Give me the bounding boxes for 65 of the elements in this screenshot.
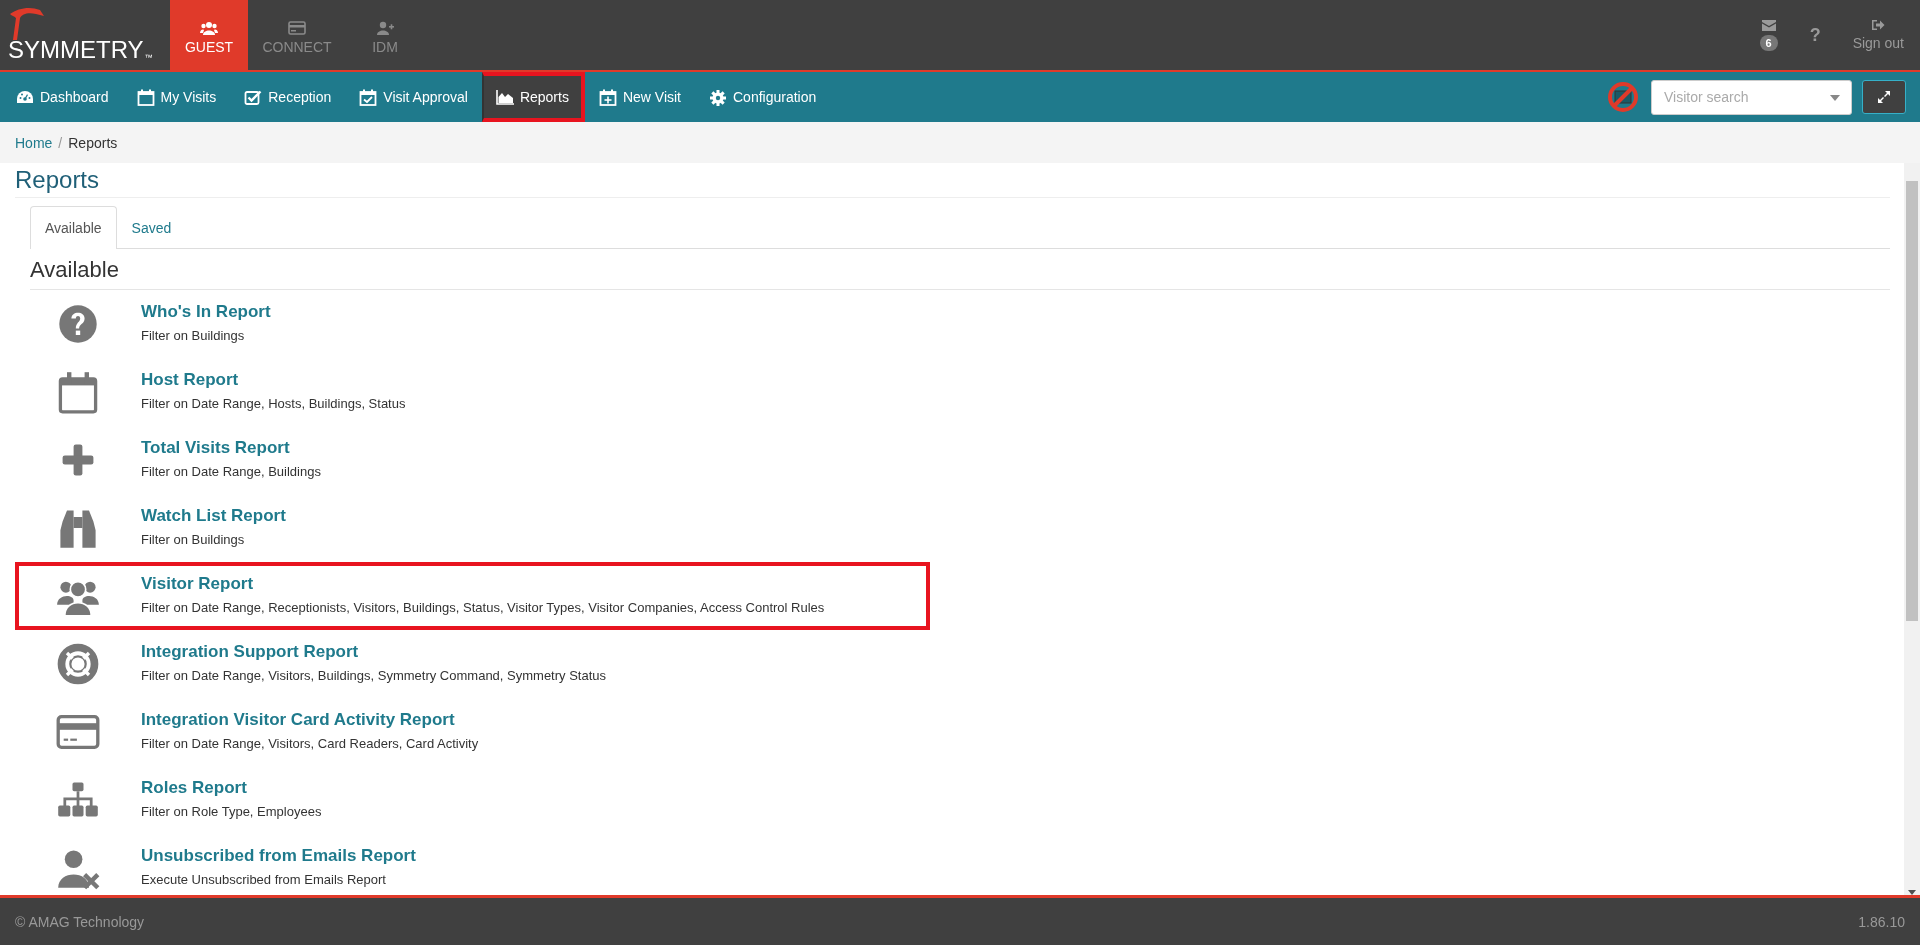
user-plus-icon (376, 21, 394, 35)
report-description: Filter on Role Type, Employees (141, 803, 322, 819)
no-card-icon (1607, 81, 1639, 113)
checkbox-icon (244, 88, 263, 106)
trademark-text: ™ (144, 53, 153, 62)
report-link[interactable]: Integration Visitor Card Activity Report (141, 709, 479, 730)
people-icon (200, 21, 218, 35)
nav-item[interactable]: Reception (230, 72, 346, 122)
life-ring-icon (56, 642, 100, 686)
page-title: Reports (15, 163, 1890, 198)
report-link[interactable]: Visitor Report (141, 573, 825, 594)
version-text: 1.86.10 (1858, 913, 1905, 930)
report-link[interactable]: Who's In Report (141, 301, 271, 322)
app-tab[interactable]: IDM (346, 0, 424, 70)
calendar-icon (56, 370, 100, 414)
help-button[interactable]: ? (1793, 0, 1837, 70)
nav-item[interactable]: Visit Approval (345, 72, 482, 122)
tab[interactable]: Available (30, 206, 117, 249)
report-link[interactable]: Integration Support Report (141, 641, 607, 662)
nav-item[interactable]: Reports (481, 72, 585, 122)
expand-icon (1878, 91, 1890, 103)
tab[interactable]: Saved (116, 206, 187, 249)
scroll-down-arrow-icon (1908, 890, 1916, 895)
calendar-check-icon (359, 88, 378, 106)
nav-item[interactable]: Dashboard (2, 72, 123, 122)
dashboard-gauge-icon (16, 88, 34, 106)
breadcrumb-link[interactable]: Home (15, 134, 53, 151)
mail-button[interactable]: 6 (1743, 0, 1794, 70)
card-icon (288, 21, 306, 35)
search-field[interactable]: Visitor search (1651, 79, 1852, 115)
report-description: Execute Unsubscribed from Emails Report (141, 871, 387, 887)
question-circle-icon (56, 302, 100, 346)
caret-icon (1830, 94, 1840, 101)
report-description: Filter on Date Range, Visitors, Card Readers, Card Activity (141, 735, 479, 751)
report-link[interactable]: Unsubscribed from Emails Report (141, 845, 416, 866)
report-description: Filter on Buildings (141, 327, 246, 343)
report-description: Filter on Date Range, Receptionists, Visitors, Buildings, Status, Visitor Types, Visitor Companies, Access Control Rules (141, 599, 825, 615)
envelope-icon (1761, 19, 1776, 31)
report-description: Filter on Date Range, Visitors, Buildings, Symmetry Command, Symmetry Status (141, 667, 607, 683)
scrollbar[interactable] (1904, 163, 1920, 895)
copyright-text: © AMAG Technology (15, 913, 145, 930)
report-description: Filter on Date Range, Buildings (141, 463, 321, 479)
calendar-icon (136, 88, 155, 106)
nav-item[interactable]: My Visits (122, 72, 231, 122)
report-link[interactable]: Host Report (141, 369, 406, 390)
report-link[interactable]: Total Visits Report (141, 437, 321, 458)
nav-item[interactable]: New Visit (584, 72, 695, 122)
sign-out-icon (1871, 19, 1886, 31)
sign-out-button[interactable]: Sign out (1836, 0, 1920, 70)
nav-item[interactable]: Configuration (695, 72, 831, 122)
report-link[interactable]: Watch List Report (141, 505, 286, 526)
app-tab[interactable]: GUEST (170, 0, 248, 70)
breadcrumb-separator: / (58, 134, 63, 151)
report-link[interactable]: Roles Report (141, 777, 322, 798)
calendar-plus-icon (598, 88, 617, 106)
count-badge: 6 (1759, 34, 1778, 51)
report-description: Filter on Buildings (141, 531, 246, 547)
section-title: Available (30, 257, 1890, 290)
app-tab[interactable]: CONNECT (248, 0, 346, 70)
gear-icon (709, 88, 727, 106)
report-description: Filter on Date Range, Hosts, Buildings, Status (141, 395, 406, 411)
logo-text: SYMMETRY (8, 38, 144, 62)
area-chart-icon (495, 88, 514, 106)
breadcrumb-current: Reports (68, 134, 118, 151)
expand-button[interactable] (1862, 80, 1906, 114)
